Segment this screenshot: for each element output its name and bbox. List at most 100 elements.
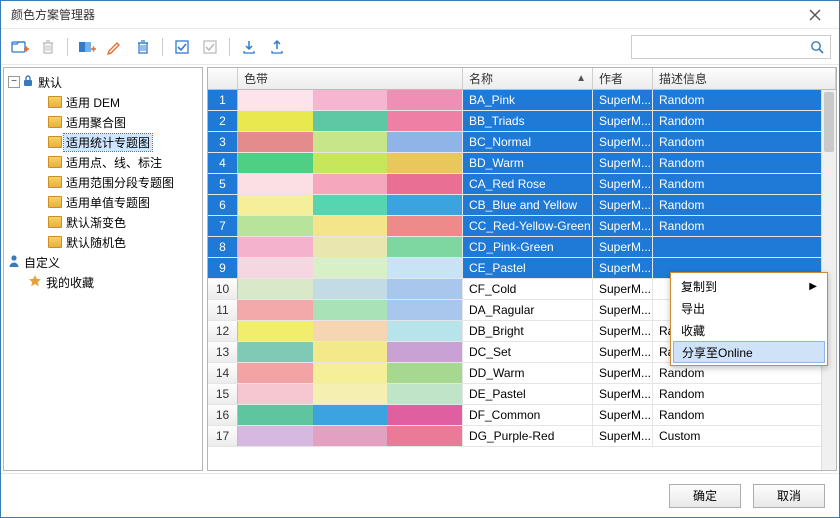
col-name[interactable]: 名称▲ [463,68,593,89]
row-author: SuperM... [593,195,653,215]
tree-root[interactable]: − 默认 [4,72,202,92]
row-ribbon [238,153,463,173]
row-author: SuperM... [593,342,653,362]
tree-item[interactable]: 适用范围分段专题图 [4,172,202,192]
row-author: SuperM... [593,321,653,341]
deselect-all-icon[interactable] [199,36,221,58]
col-number[interactable] [208,68,238,89]
row-author: SuperM... [593,237,653,257]
row-desc: Random [653,405,836,425]
row-author: SuperM... [593,90,653,110]
row-author: SuperM... [593,174,653,194]
row-number: 15 [208,384,238,404]
import-icon[interactable] [238,36,260,58]
tree-item[interactable]: 适用统计专题图 [4,132,202,152]
ok-button[interactable]: 确定 [669,484,741,508]
table-row[interactable]: 16DF_CommonSuperM...Random [208,405,836,426]
table-row[interactable]: 1BA_PinkSuperM...Random [208,90,836,111]
row-number: 8 [208,237,238,257]
context-menu-item[interactable]: 复制到▶ [673,275,825,297]
tree-item[interactable]: 适用点、线、标注 [4,152,202,172]
scrollbar-thumb[interactable] [824,92,834,152]
table-row[interactable]: 7CC_Red-Yellow-GreenSuperM...Random [208,216,836,237]
footer: 确定 取消 [1,473,839,517]
tree-item[interactable]: 适用聚合图 [4,112,202,132]
row-ribbon [238,405,463,425]
context-menu-item[interactable]: 导出 [673,297,825,319]
table-row[interactable]: 17DG_Purple-RedSuperM...Custom [208,426,836,447]
collapse-icon[interactable]: − [8,76,20,88]
tree-item-label: 默认随机色 [64,234,128,251]
cancel-button[interactable]: 取消 [753,484,825,508]
select-all-icon[interactable] [171,36,193,58]
folder-icon [48,236,62,248]
row-ribbon [238,111,463,131]
folder-icon [48,196,62,208]
new-scheme-icon[interactable] [76,36,98,58]
row-name: CB_Blue and Yellow [463,195,593,215]
tree-item-label: 适用范围分段专题图 [64,174,176,191]
tree-item-label: 适用 DEM [64,94,122,111]
table-row[interactable]: 4BD_WarmSuperM...Random [208,153,836,174]
col-ribbon[interactable]: 色带 [238,68,463,89]
tree-item-label: 适用单值专题图 [64,194,152,211]
table-row[interactable]: 6CB_Blue and YellowSuperM...Random [208,195,836,216]
new-folder-icon[interactable] [9,36,31,58]
delete-folder-icon[interactable] [37,36,59,58]
search-input[interactable] [632,36,804,58]
tree-item-label: 适用点、线、标注 [64,154,164,171]
table-row[interactable]: 5CA_Red RoseSuperM...Random [208,174,836,195]
context-menu-item[interactable]: 分享至Online [673,341,825,363]
tree-pane: − 默认 适用 DEM适用聚合图适用统计专题图适用点、线、标注适用范围分段专题图… [3,67,203,471]
table-row[interactable]: 14DD_WarmSuperM...Random [208,363,836,384]
submenu-arrow-icon: ▶ [809,281,817,292]
row-author: SuperM... [593,384,653,404]
row-desc: Custom [653,426,836,446]
row-author: SuperM... [593,363,653,383]
row-name: BB_Triads [463,111,593,131]
table-row[interactable]: 3BC_NormalSuperM...Random [208,132,836,153]
tree-item[interactable]: 默认随机色 [4,232,202,252]
row-ribbon [238,363,463,383]
delete-scheme-icon[interactable] [132,36,154,58]
row-name: CF_Cold [463,279,593,299]
row-desc: Random [653,174,836,194]
row-ribbon [238,342,463,362]
star-icon [28,274,42,291]
row-number: 17 [208,426,238,446]
tree-favorites[interactable]: 我的收藏 [4,272,202,292]
tree-item[interactable]: 默认渐变色 [4,212,202,232]
table-row[interactable]: 15DE_PastelSuperM...Random [208,384,836,405]
search-icon[interactable] [804,40,830,54]
folder-icon [48,136,62,148]
window-title: 颜色方案管理器 [7,6,797,23]
tree-custom[interactable]: 自定义 [4,252,202,272]
folder-icon [48,96,62,108]
col-desc[interactable]: 描述信息 [653,68,836,89]
tree-item[interactable]: 适用单值专题图 [4,192,202,212]
col-author[interactable]: 作者 [593,68,653,89]
row-desc: Random [653,153,836,173]
grid-header: 色带 名称▲ 作者 描述信息 [208,68,836,90]
row-ribbon [238,300,463,320]
context-menu-item[interactable]: 收藏 [673,319,825,341]
tree-item[interactable]: 适用 DEM [4,92,202,112]
main: − 默认 适用 DEM适用聚合图适用统计专题图适用点、线、标注适用范围分段专题图… [1,65,839,473]
row-desc: Random [653,111,836,131]
row-name: DF_Common [463,405,593,425]
context-menu-label: 收藏 [681,322,705,339]
row-number: 4 [208,153,238,173]
export-icon[interactable] [266,36,288,58]
toolbar [1,29,839,65]
context-menu: 复制到▶导出收藏分享至Online [670,272,828,366]
table-row[interactable]: 8CD_Pink-GreenSuperM... [208,237,836,258]
row-name: BC_Normal [463,132,593,152]
row-desc: Random [653,216,836,236]
edit-scheme-icon[interactable] [104,36,126,58]
grid-body: 1BA_PinkSuperM...Random2BB_TriadsSuperM.… [208,90,836,470]
table-row[interactable]: 2BB_TriadsSuperM...Random [208,111,836,132]
context-menu-label: 分享至Online [682,344,753,361]
row-ribbon [238,426,463,446]
close-button[interactable] [797,1,833,28]
row-name: DB_Bright [463,321,593,341]
